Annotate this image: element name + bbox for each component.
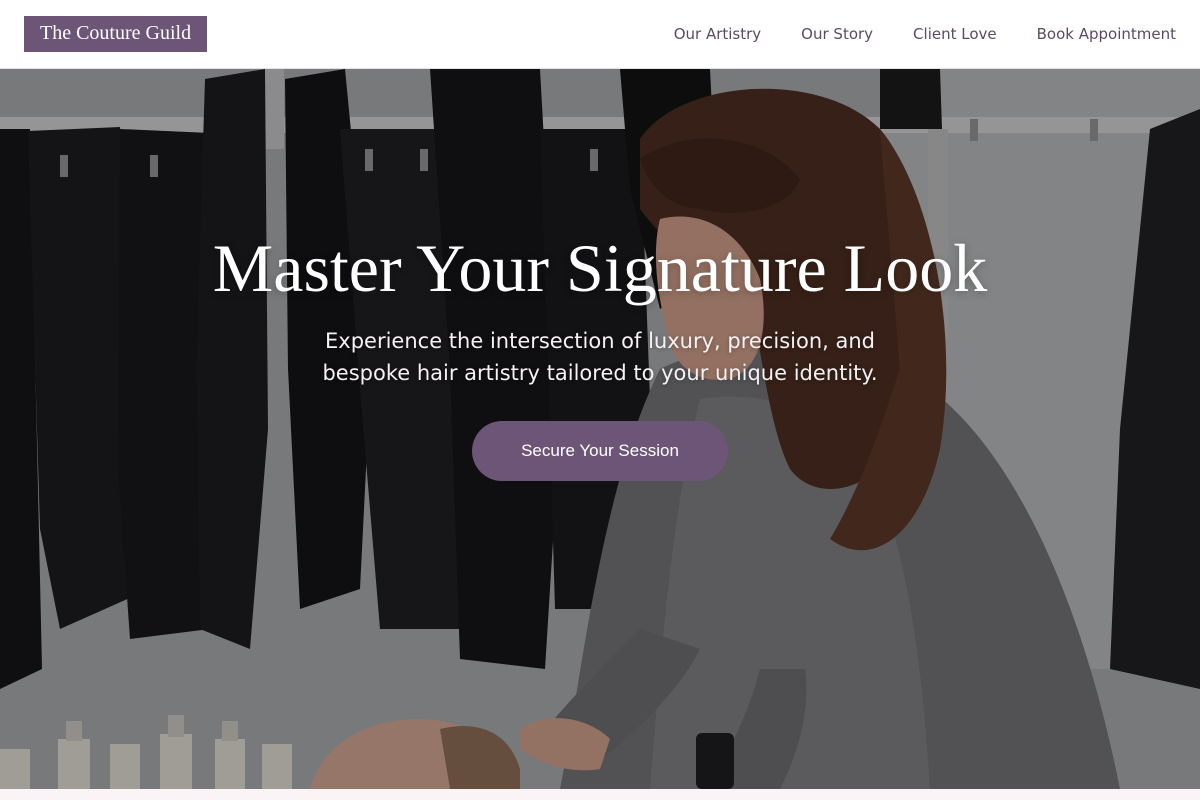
main-nav: Our Artistry Our Story Client Love Book … [674, 25, 1176, 43]
nav-link-our-story[interactable]: Our Story [801, 25, 873, 43]
hero-content: Master Your Signature Look Experience th… [0, 226, 1200, 481]
nav-link-book-appointment[interactable]: Book Appointment [1037, 25, 1176, 43]
brand-logo[interactable]: The Couture Guild [24, 16, 208, 52]
next-section-edge [0, 789, 1200, 800]
nav-link-our-artistry[interactable]: Our Artistry [674, 25, 761, 43]
hero-title: Master Your Signature Look [212, 230, 988, 306]
site-header: The Couture Guild Our Artistry Our Story… [0, 0, 1200, 69]
secure-session-button[interactable]: Secure Your Session [472, 421, 728, 481]
nav-link-client-love[interactable]: Client Love [913, 25, 997, 43]
hero-subtitle: Experience the intersection of luxury, p… [322, 329, 878, 385]
